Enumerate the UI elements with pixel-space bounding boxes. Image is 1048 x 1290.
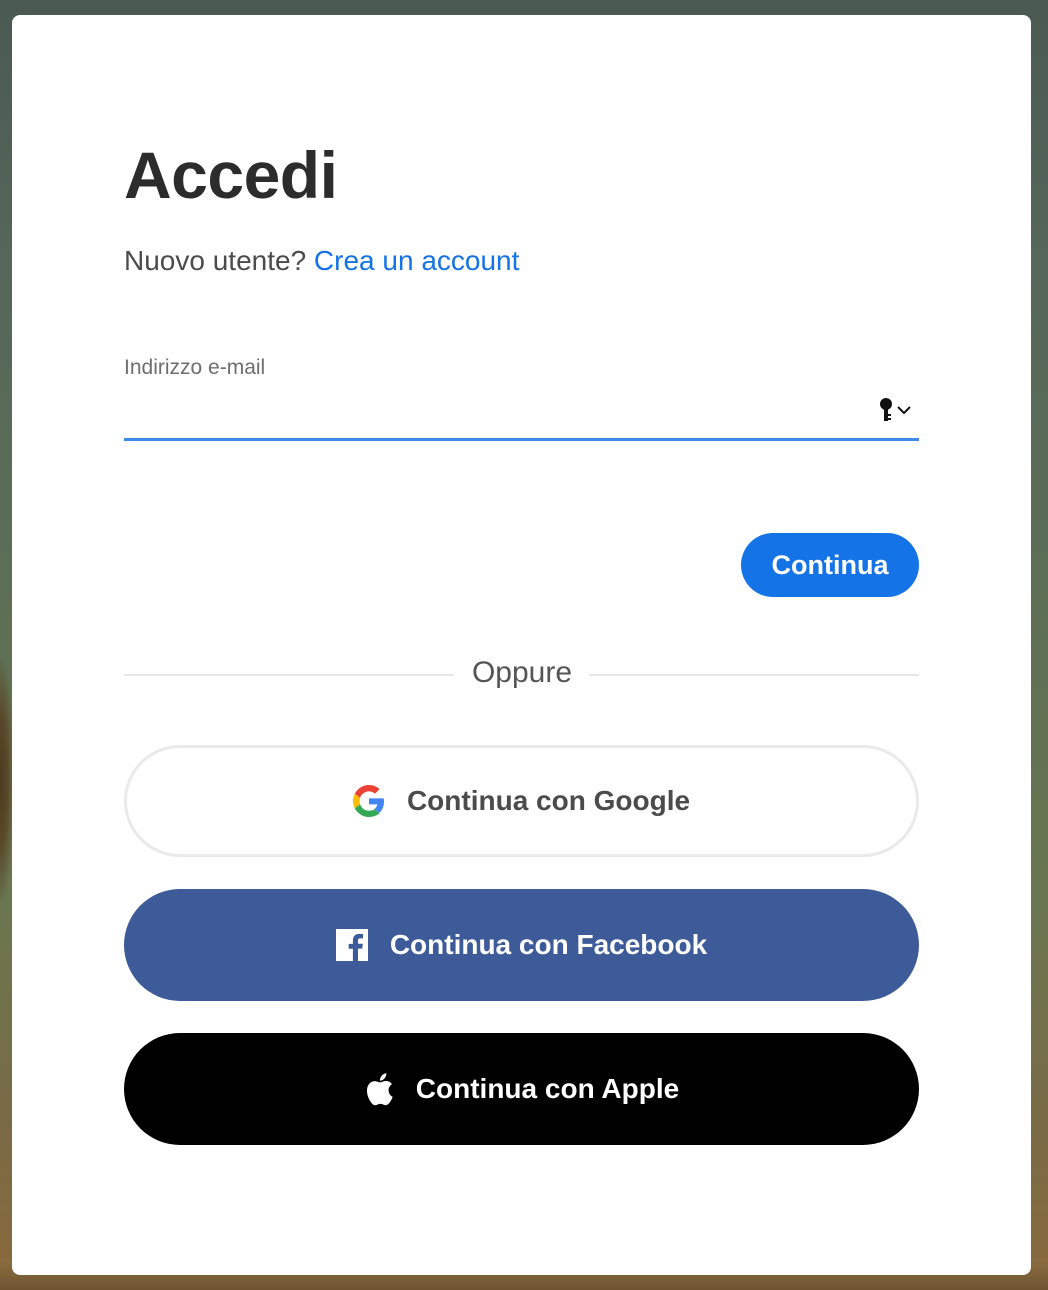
divider-text: Oppure <box>471 656 573 689</box>
facebook-label: Continua con Facebook <box>389 929 708 960</box>
google-sign-in-button[interactable]: Continua con Google <box>124 745 919 857</box>
apple-label: Continua con Apple <box>415 1073 680 1104</box>
continue-button[interactable]: Continua <box>741 533 919 597</box>
sign-in-card: Accedi Nuovo utente? Crea un account Ind… <box>12 15 1031 1275</box>
page-title: Accedi <box>124 138 338 212</box>
divider-right <box>589 674 919 676</box>
key-icon <box>878 397 894 423</box>
new-user-text: Nuovo utente? <box>124 245 307 276</box>
apple-icon <box>364 1072 394 1106</box>
chevron-down-icon <box>896 404 912 416</box>
apple-sign-in-button[interactable]: Continua con Apple <box>124 1033 919 1145</box>
new-user-prompt: Nuovo utente? Crea un account <box>124 245 519 277</box>
password-manager-button[interactable] <box>878 395 918 425</box>
email-label: Indirizzo e-mail <box>124 356 266 379</box>
facebook-icon <box>335 929 368 961</box>
google-icon <box>352 785 385 817</box>
divider-left <box>124 674 454 676</box>
google-label: Continua con Google <box>406 785 691 816</box>
email-field[interactable] <box>124 397 919 441</box>
create-account-link[interactable]: Crea un account <box>314 245 519 276</box>
facebook-sign-in-button[interactable]: Continua con Facebook <box>124 889 919 1001</box>
